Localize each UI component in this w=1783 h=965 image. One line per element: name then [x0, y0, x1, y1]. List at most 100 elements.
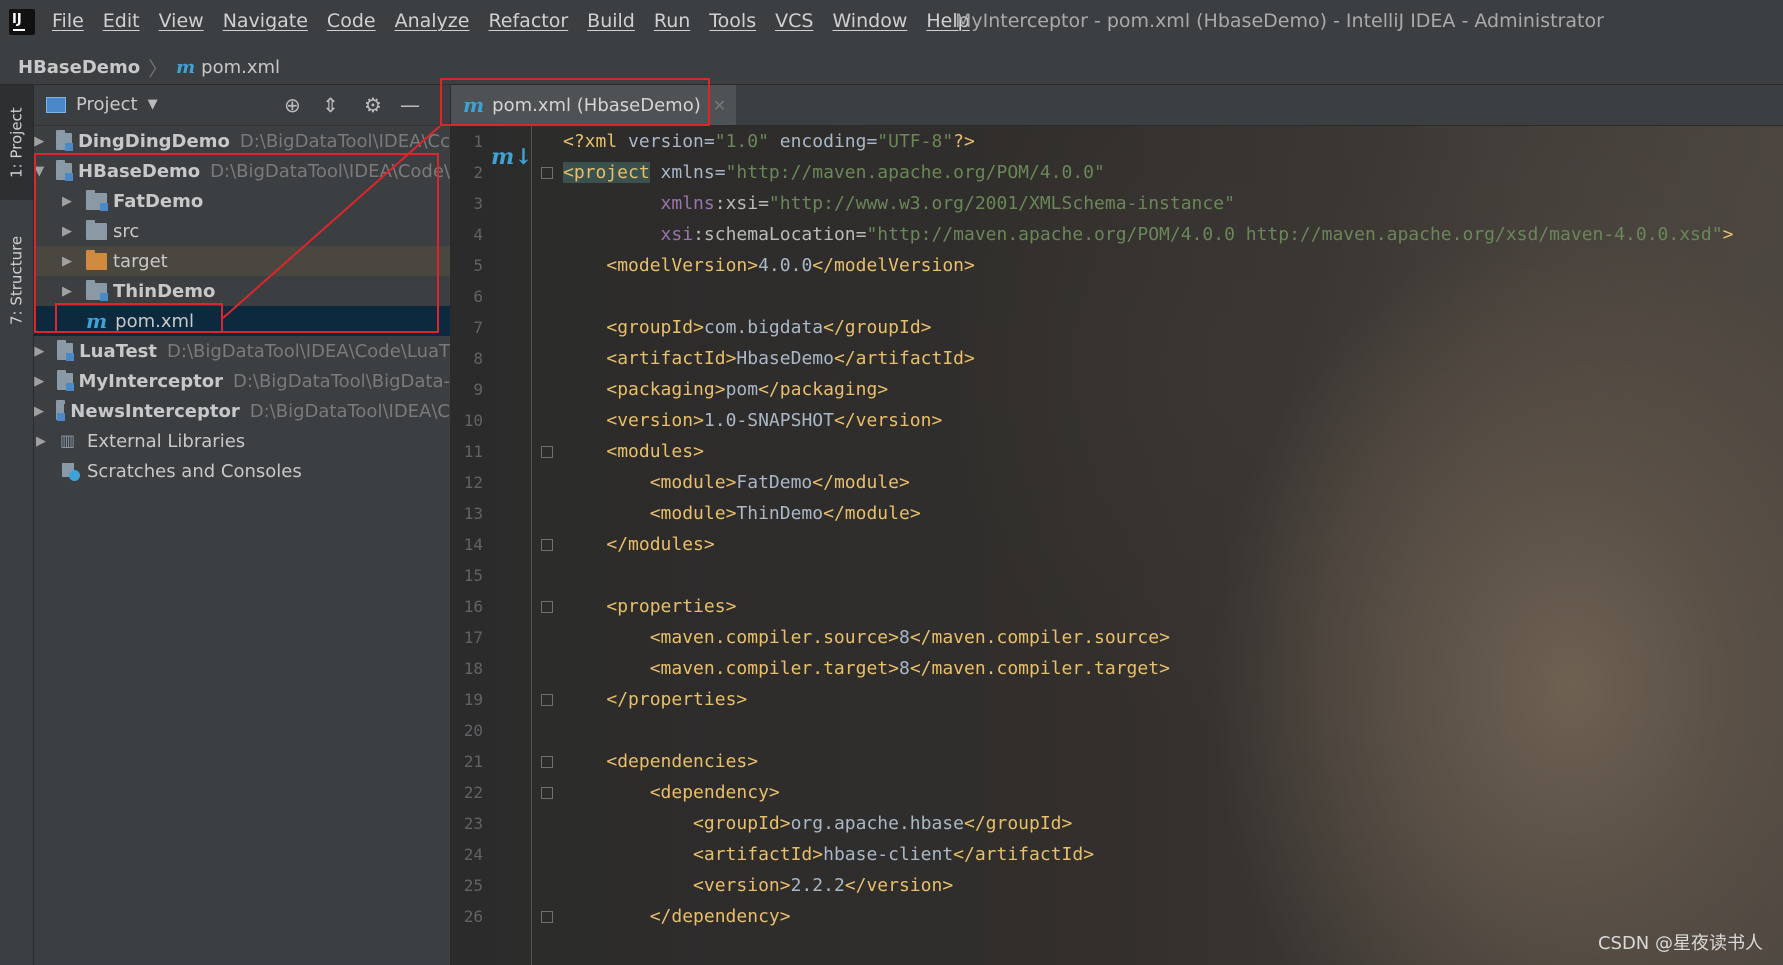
line-number: 26	[463, 907, 483, 926]
maven-gutter-icon[interactable]: m↓	[491, 144, 533, 170]
project-panel-title: Project	[76, 94, 138, 115]
line-number: 25	[463, 876, 483, 895]
tree-item-path: D:\BigDataTool\IDEA\Code\	[210, 160, 450, 182]
tree-item-label: ThinDemo	[113, 280, 216, 302]
expand-arrow-icon[interactable]: ▶	[60, 224, 74, 239]
menu-refactor[interactable]: Refactor	[488, 10, 568, 32]
breadcrumb-file[interactable]: pom.xml	[201, 57, 280, 78]
code-line: <groupId>org.apache.hbase</groupId>	[693, 813, 1073, 834]
tool-tab-project[interactable]: 1: Project	[0, 85, 33, 200]
code-editor[interactable]: m↓ 1 2 3 4 5 6 7 8 9 10 11 12 13 14 15 16 17 18 19 20 21 22 23…	[451, 126, 1783, 965]
menu-view[interactable]: View	[159, 10, 204, 32]
line-number: 10	[463, 411, 483, 430]
line-number: 9	[473, 380, 483, 399]
module-folder-icon	[56, 369, 74, 391]
code-line: <packaging>pom</packaging>	[606, 379, 889, 400]
tree-item-src[interactable]: ▶ src	[34, 216, 450, 246]
maven-file-icon: m	[463, 93, 485, 117]
tree-item-path: D:\BigDataTool\BigData-	[232, 370, 450, 392]
menu-tools[interactable]: Tools	[709, 10, 756, 32]
module-folder-icon	[56, 399, 66, 421]
fold-marker-icon[interactable]	[541, 539, 553, 551]
tree-item-newsinterceptor[interactable]: ▶ NewsInterceptor D:\BigDataTool\IDEA\C	[34, 396, 450, 426]
module-folder-icon	[86, 279, 108, 301]
fold-marker-icon[interactable]	[541, 787, 553, 799]
tree-item-target[interactable]: ▶ target	[34, 246, 450, 276]
menu-edit[interactable]: Edit	[103, 10, 140, 32]
tree-item-scratches[interactable]: Scratches and Consoles	[34, 456, 450, 486]
project-view-selector[interactable]: Project ▼	[46, 94, 158, 115]
line-number: 12	[463, 473, 483, 492]
tree-item-myinterceptor[interactable]: ▶ MyInterceptor D:\BigDataTool\BigData-	[34, 366, 450, 396]
menu-navigate[interactable]: Navigate	[223, 10, 308, 32]
tree-item-path: D:\BigDataTool\IDEA\C	[249, 400, 450, 422]
line-number: 7	[473, 318, 483, 337]
tree-item-label: External Libraries	[87, 430, 246, 452]
fold-marker-icon[interactable]	[541, 911, 553, 923]
line-number: 5	[473, 256, 483, 275]
tree-item-external-libraries[interactable]: ▶ ▥ External Libraries	[34, 426, 450, 456]
breadcrumb: HBaseDemo 〉 m pom.xml	[18, 53, 280, 82]
window-title: MyInterceptor - pom.xml (HbaseDemo) - In…	[955, 10, 1604, 32]
menu-run[interactable]: Run	[654, 10, 690, 32]
line-number: 3	[473, 194, 483, 213]
line-number: 11	[463, 442, 483, 461]
expand-arrow-icon[interactable]: ▶	[60, 194, 74, 209]
tree-item-label: HBaseDemo	[78, 160, 201, 182]
line-number: 23	[463, 814, 483, 833]
fold-marker-icon[interactable]	[541, 446, 553, 458]
code-line: <dependencies>	[606, 751, 759, 772]
collapse-all-icon[interactable]: ⇕	[322, 93, 339, 117]
tree-item-luatest[interactable]: ▶ LuaTest D:\BigDataTool\IDEA\Code\LuaT	[34, 336, 450, 366]
locate-target-icon[interactable]: ⊕	[284, 93, 301, 117]
fold-marker-icon[interactable]	[541, 694, 553, 706]
tree-item-thindemo[interactable]: ▶ ThinDemo	[34, 276, 450, 306]
expand-arrow-icon[interactable]: ▶	[34, 374, 45, 389]
code-line: <groupId>com.bigdata</groupId>	[606, 317, 932, 338]
expand-arrow-icon[interactable]: ▶	[34, 344, 45, 359]
menu-code[interactable]: Code	[327, 10, 376, 32]
minimize-icon[interactable]: —	[400, 93, 420, 117]
menu-build[interactable]: Build	[587, 10, 635, 32]
collapse-arrow-icon[interactable]: ▼	[34, 164, 44, 179]
module-folder-icon	[56, 159, 73, 181]
expand-arrow-icon[interactable]: ▶	[34, 434, 48, 449]
menu-analyze[interactable]: Analyze	[395, 10, 470, 32]
line-number: 16	[463, 597, 483, 616]
tab-pom-xml[interactable]: m pom.xml (HbaseDemo) ✕	[451, 85, 737, 125]
fold-marker-icon[interactable]	[541, 756, 553, 768]
maven-file-icon: m	[86, 309, 108, 333]
tab-label: pom.xml (HbaseDemo)	[492, 94, 701, 116]
menu-items: File Edit View Navigate Code Analyze Ref…	[52, 10, 989, 32]
gear-icon[interactable]: ⚙	[364, 93, 382, 117]
tree-item-dingdingdemo[interactable]: ▶ DingDingDemo D:\BigDataTool\IDEA\Cc	[34, 126, 450, 156]
expand-arrow-icon[interactable]: ▶	[34, 404, 44, 419]
tree-item-label: FatDemo	[113, 190, 204, 212]
menu-file[interactable]: File	[52, 10, 84, 32]
module-folder-icon	[86, 189, 108, 211]
code-line: <properties>	[606, 596, 737, 617]
code-line: xsi:schemaLocation="http://maven.apache.…	[660, 224, 1734, 245]
expand-arrow-icon[interactable]: ▶	[60, 284, 74, 299]
maven-file-icon: m	[176, 57, 196, 78]
code-line: <maven.compiler.source>8</maven.compiler…	[649, 627, 1170, 648]
close-icon[interactable]: ✕	[713, 96, 726, 115]
expand-arrow-icon[interactable]: ▶	[34, 134, 44, 149]
menu-window[interactable]: Window	[832, 10, 907, 32]
tree-item-pom-xml[interactable]: m pom.xml	[34, 306, 450, 336]
tree-item-hbasedemo[interactable]: ▼ HBaseDemo D:\BigDataTool\IDEA\Code\	[34, 156, 450, 186]
fold-marker-icon[interactable]	[541, 167, 553, 179]
tool-tab-structure[interactable]: 7: Structure	[0, 215, 33, 345]
tree-item-fatdemo[interactable]: ▶ FatDemo	[34, 186, 450, 216]
tree-item-label: pom.xml	[115, 310, 195, 332]
line-number: 24	[463, 845, 483, 864]
line-number: 20	[463, 721, 483, 740]
expand-arrow-icon[interactable]: ▶	[60, 254, 74, 269]
line-number: 22	[463, 783, 483, 802]
fold-marker-icon[interactable]	[541, 601, 553, 613]
menu-vcs[interactable]: VCS	[775, 10, 813, 32]
chevron-down-icon: ▼	[147, 97, 158, 112]
tree-item-label: target	[113, 250, 168, 272]
breadcrumb-project[interactable]: HBaseDemo	[18, 57, 140, 78]
line-number: 1	[473, 132, 483, 151]
